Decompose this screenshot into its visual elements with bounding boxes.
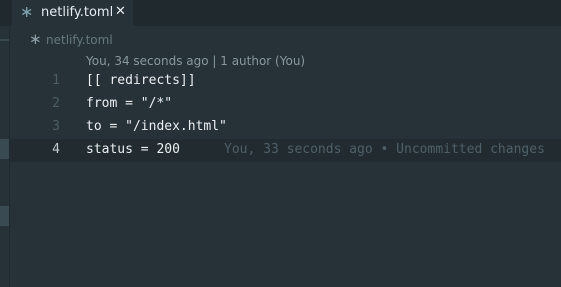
tab-bar: ∗ netlify.toml ✕ [0,0,561,26]
gutter-marker [0,39,9,41]
code-text[interactable]: from = "/*" [86,96,172,112]
gutter-marker [0,206,9,226]
asterisk-icon: ∗ [29,30,42,48]
line-number: 4 [52,142,60,157]
tab-netlify-toml[interactable]: ∗ netlify.toml ✕ [12,0,133,26]
line-number: 3 [52,119,60,134]
line-number: 1 [52,73,60,88]
activity-gutter [0,26,9,287]
gutter-marker [0,139,9,159]
codelens-blame-header[interactable]: You, 34 seconds ago | 1 author (You) [86,54,305,68]
code-line[interactable]: 2 from = "/*" [10,93,561,116]
code-text[interactable]: to = "/index.html" [86,119,227,135]
code-text[interactable]: status = 200 [86,142,180,158]
close-icon[interactable]: ✕ [115,4,126,20]
tab-label: netlify.toml [41,5,114,20]
code-line[interactable]: 3 to = "/index.html" [10,116,561,139]
code-line[interactable]: 1 [[ redirects]] [10,70,561,93]
inline-blame-annotation: You, 33 seconds ago • Uncommitted change… [224,142,545,157]
line-number: 2 [52,96,60,111]
breadcrumb-file[interactable]: netlify.toml [46,33,113,47]
code-line-current[interactable]: 4 status = 200 You, 33 seconds ago • Unc… [10,139,561,162]
editor-window: ∗ netlify.toml ✕ ∗ netlify.toml You, 34 … [0,0,561,287]
asterisk-icon: ∗ [20,2,34,21]
code-text[interactable]: [[ redirects]] [86,73,196,89]
